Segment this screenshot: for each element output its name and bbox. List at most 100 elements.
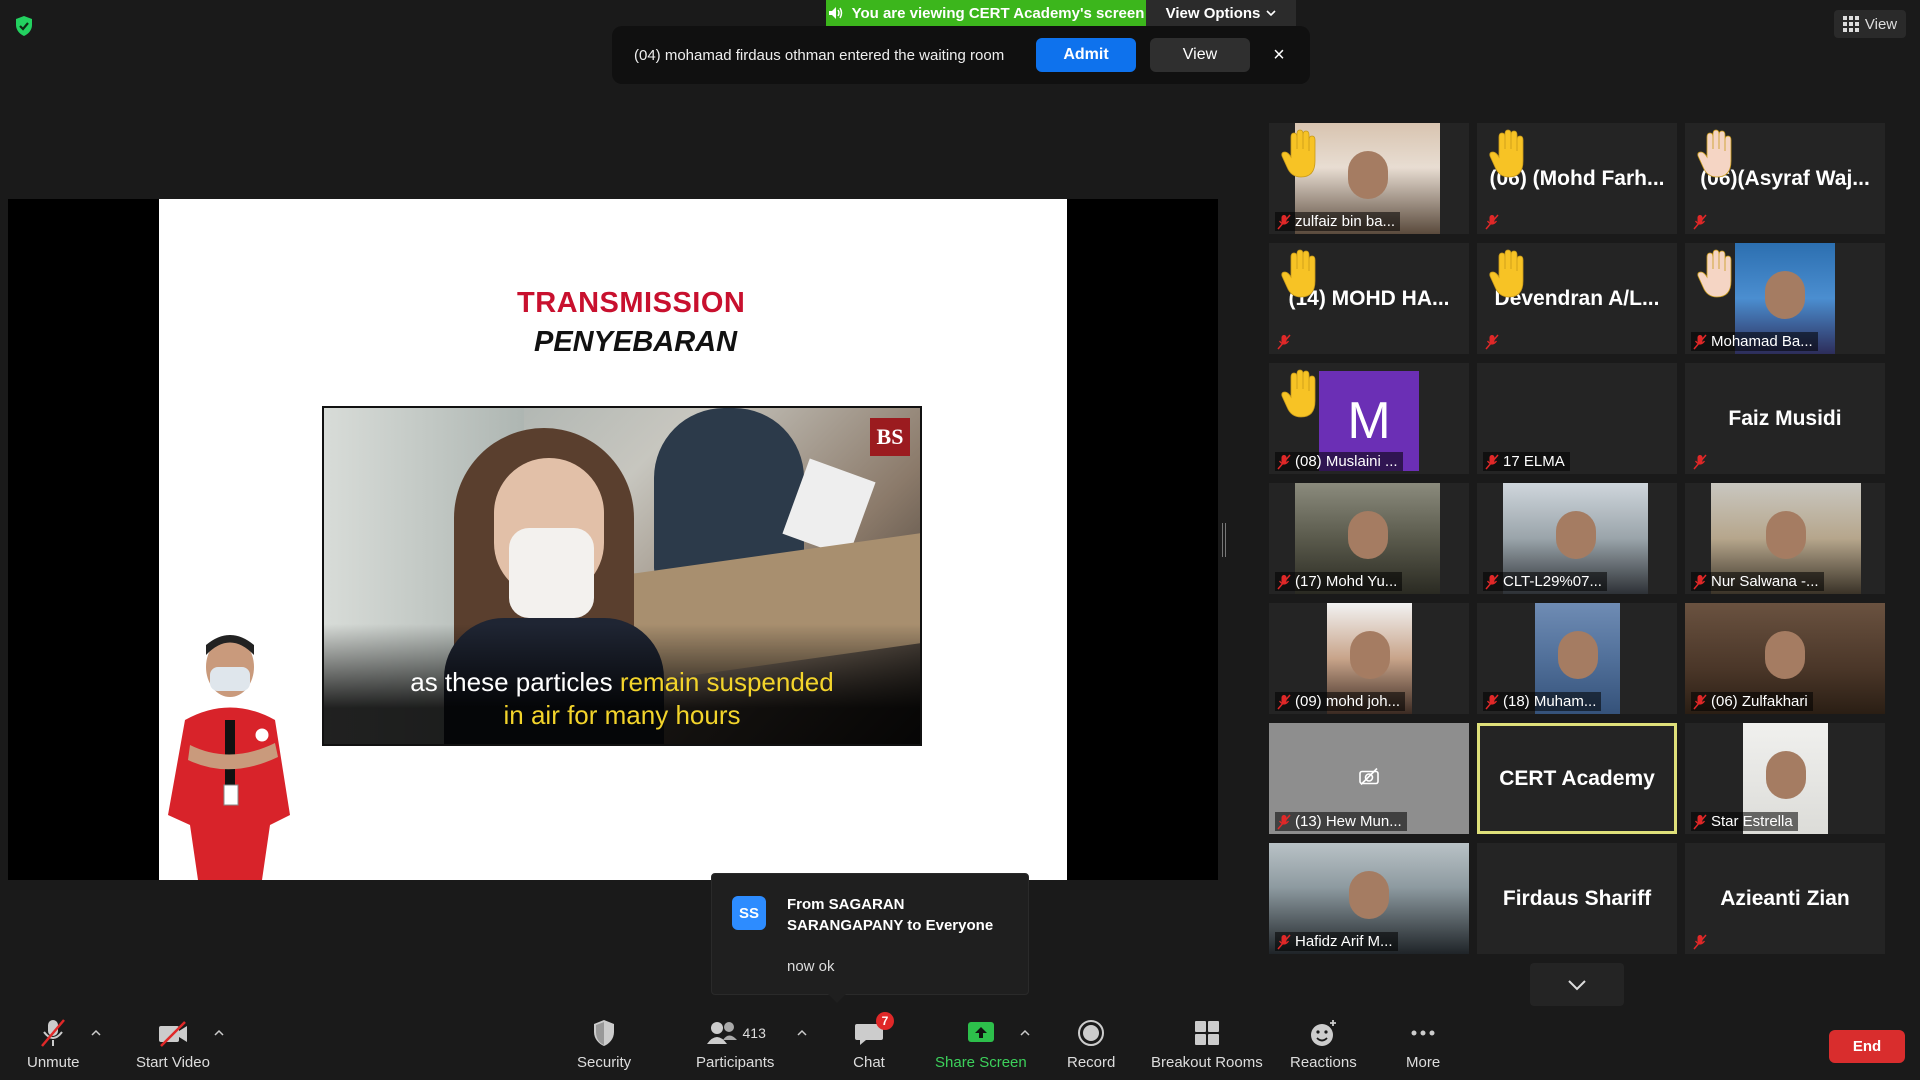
participant-display-name: Faiz Musidi <box>1728 406 1842 430</box>
chat-message: now ok <box>787 958 835 975</box>
bs-logo: BS <box>870 418 910 456</box>
participant-tile-firdaus-shariff[interactable]: Firdaus Shariff <box>1477 843 1677 954</box>
security-label: Security <box>577 1054 632 1071</box>
slide-subtitle: PENYEBARAN <box>534 326 738 358</box>
record-button[interactable]: Record <box>1067 1018 1115 1071</box>
participant-tile-hew-mun[interactable]: (13) Hew Mun... <box>1269 723 1469 834</box>
view-waiting-room-button[interactable]: View <box>1150 38 1250 72</box>
slide-video-frame: BS as these particles remain suspended i… <box>322 406 922 746</box>
caption-part-1: as these particles <box>410 667 620 697</box>
chat-notification[interactable]: SS From SAGARAN SARANGAPANY to Everyone … <box>711 873 1029 1003</box>
mic-muted-icon <box>1693 574 1707 590</box>
raised-hand-icon <box>1695 249 1739 301</box>
share-screen-button[interactable]: Share Screen <box>935 1018 1027 1071</box>
breakout-rooms-label: Breakout Rooms <box>1151 1054 1263 1071</box>
participant-name-label: Star Estrella <box>1691 812 1798 831</box>
participant-name-label <box>1691 213 1712 231</box>
grid-icon <box>1842 16 1859 32</box>
participant-tile-azieanti-zian[interactable]: Azieanti Zian <box>1685 843 1885 954</box>
more-button[interactable]: More <box>1406 1018 1440 1071</box>
participant-name-label: CLT-L29%07... <box>1483 572 1607 591</box>
view-label: View <box>1864 15 1898 33</box>
chat-sender-avatar: SS <box>732 896 766 930</box>
admit-button[interactable]: Admit <box>1036 38 1136 72</box>
mic-muted-icon <box>1693 214 1707 230</box>
participant-tile-nur-salwana[interactable]: Nur Salwana -... <box>1685 483 1885 594</box>
close-icon[interactable]: × <box>1264 38 1294 72</box>
raised-hand-icon <box>1487 129 1531 181</box>
reactions-button[interactable]: Reactions <box>1290 1018 1357 1071</box>
gallery-view-button[interactable]: View <box>1834 10 1906 38</box>
start-video-button[interactable]: Start Video <box>136 1018 210 1071</box>
mic-muted-icon <box>1693 694 1707 710</box>
video-off-icon <box>158 1021 187 1047</box>
participant-tile-mohd-joh[interactable]: (09) mohd joh... <box>1269 603 1469 714</box>
participant-display-name: Firdaus Shariff <box>1502 886 1652 910</box>
participant-tile-cert-academy[interactable]: CERT Academy <box>1477 723 1677 834</box>
participant-tile-hafidz-arif[interactable]: Hafidz Arif M... <box>1269 843 1469 954</box>
next-page-button[interactable] <box>1530 963 1624 1006</box>
chat-sender-line: From SAGARAN SARANGAPANY to Everyone <box>787 896 994 934</box>
chat-button[interactable]: 7 Chat <box>852 1012 894 1071</box>
participant-tile-elma[interactable]: 17 ELMA <box>1477 363 1677 474</box>
mic-muted-icon <box>1693 454 1707 470</box>
participant-tile-asyraf[interactable]: (06)(Asyraf Waj... <box>1685 123 1885 234</box>
view-options-button[interactable]: View Options <box>1146 0 1296 26</box>
participant-name-label: (08) Muslaini ... <box>1275 452 1403 471</box>
participant-tile-star-estrella[interactable]: Star Estrella <box>1685 723 1885 834</box>
mic-muted-icon <box>1693 814 1707 830</box>
waiting-room-notification: (04) mohamad firdaus othman entered the … <box>612 26 1310 84</box>
participant-tile-zulfaiz[interactable]: zulfaiz bin ba... <box>1269 123 1469 234</box>
participant-name-label: (13) Hew Mun... <box>1275 812 1407 831</box>
participant-name: Star Estrella <box>1711 813 1793 830</box>
video-options-caret-icon[interactable] <box>214 1028 224 1038</box>
participants-button[interactable]: 413 Participants <box>696 1018 774 1071</box>
participant-name-label <box>1483 333 1504 351</box>
speaker-icon <box>828 7 842 19</box>
end-meeting-button[interactable]: End <box>1829 1030 1905 1063</box>
chat-label: Chat <box>853 1054 885 1071</box>
participant-name: zulfaiz bin ba... <box>1295 213 1396 230</box>
participant-display-name: CERT Academy <box>1499 766 1655 790</box>
share-options-caret-icon[interactable] <box>1020 1028 1030 1038</box>
caption-part-3: in air for many hours <box>503 700 741 730</box>
participant-name-label: (06) Zulfakhari <box>1691 692 1813 711</box>
record-icon <box>1078 1020 1105 1046</box>
mic-muted-icon <box>1277 334 1291 350</box>
participant-tile-mohamad-ba[interactable]: Mohamad Ba... <box>1685 243 1885 354</box>
participant-name: (06) Zulfakhari <box>1711 693 1808 710</box>
raised-hand-icon <box>1487 249 1531 301</box>
participant-tile-muham[interactable]: (18) Muham... <box>1477 603 1677 714</box>
breakout-rooms-icon <box>1194 1021 1219 1045</box>
participants-caret-icon[interactable] <box>797 1028 807 1038</box>
mic-muted-icon <box>1277 814 1291 830</box>
mic-muted-icon <box>1277 934 1291 950</box>
participant-name-label: 17 ELMA <box>1483 452 1570 471</box>
participant-tile-zulfakhari[interactable]: (06) Zulfakhari <box>1685 603 1885 714</box>
security-button[interactable]: Security <box>577 1018 631 1071</box>
reactions-label: Reactions <box>1290 1054 1357 1071</box>
participant-name-label: (17) Mohd Yu... <box>1275 572 1403 591</box>
participant-name: Mohamad Ba... <box>1711 333 1813 350</box>
participant-tile-mohd-farh[interactable]: (06) (Mohd Farh... <box>1477 123 1677 234</box>
waiting-room-message: (04) mohamad firdaus othman entered the … <box>634 46 1005 64</box>
camera-off-icon <box>1358 767 1380 790</box>
participants-icon <box>706 1022 737 1044</box>
panel-resize-handle[interactable] <box>1222 523 1226 557</box>
shield-check-icon[interactable] <box>12 14 36 38</box>
participant-tile-devendran[interactable]: Devendran A/L... <box>1477 243 1677 354</box>
zoom-meeting-window: View You are viewing CERT Academy's scre… <box>0 0 1920 1080</box>
participant-tile-mohd-yu[interactable]: (17) Mohd Yu... <box>1269 483 1469 594</box>
chevron-down-icon <box>1266 10 1276 17</box>
participant-tile-faiz-musidi[interactable]: Faiz Musidi <box>1685 363 1885 474</box>
chat-unread-badge: 7 <box>876 1012 894 1030</box>
audio-options-caret-icon[interactable] <box>91 1028 101 1038</box>
participant-name: (17) Mohd Yu... <box>1295 573 1398 590</box>
participant-tile-mohd-ha[interactable]: (14) MOHD HA... <box>1269 243 1469 354</box>
unmute-label: Unmute <box>27 1054 80 1071</box>
breakout-rooms-button[interactable]: Breakout Rooms <box>1151 1018 1263 1071</box>
participants-count: 413 <box>742 1025 766 1041</box>
participant-tile-muslaini[interactable]: M (08) Muslaini ... <box>1269 363 1469 474</box>
participant-tile-clt[interactable]: CLT-L29%07... <box>1477 483 1677 594</box>
unmute-button[interactable]: Unmute <box>27 1018 80 1071</box>
